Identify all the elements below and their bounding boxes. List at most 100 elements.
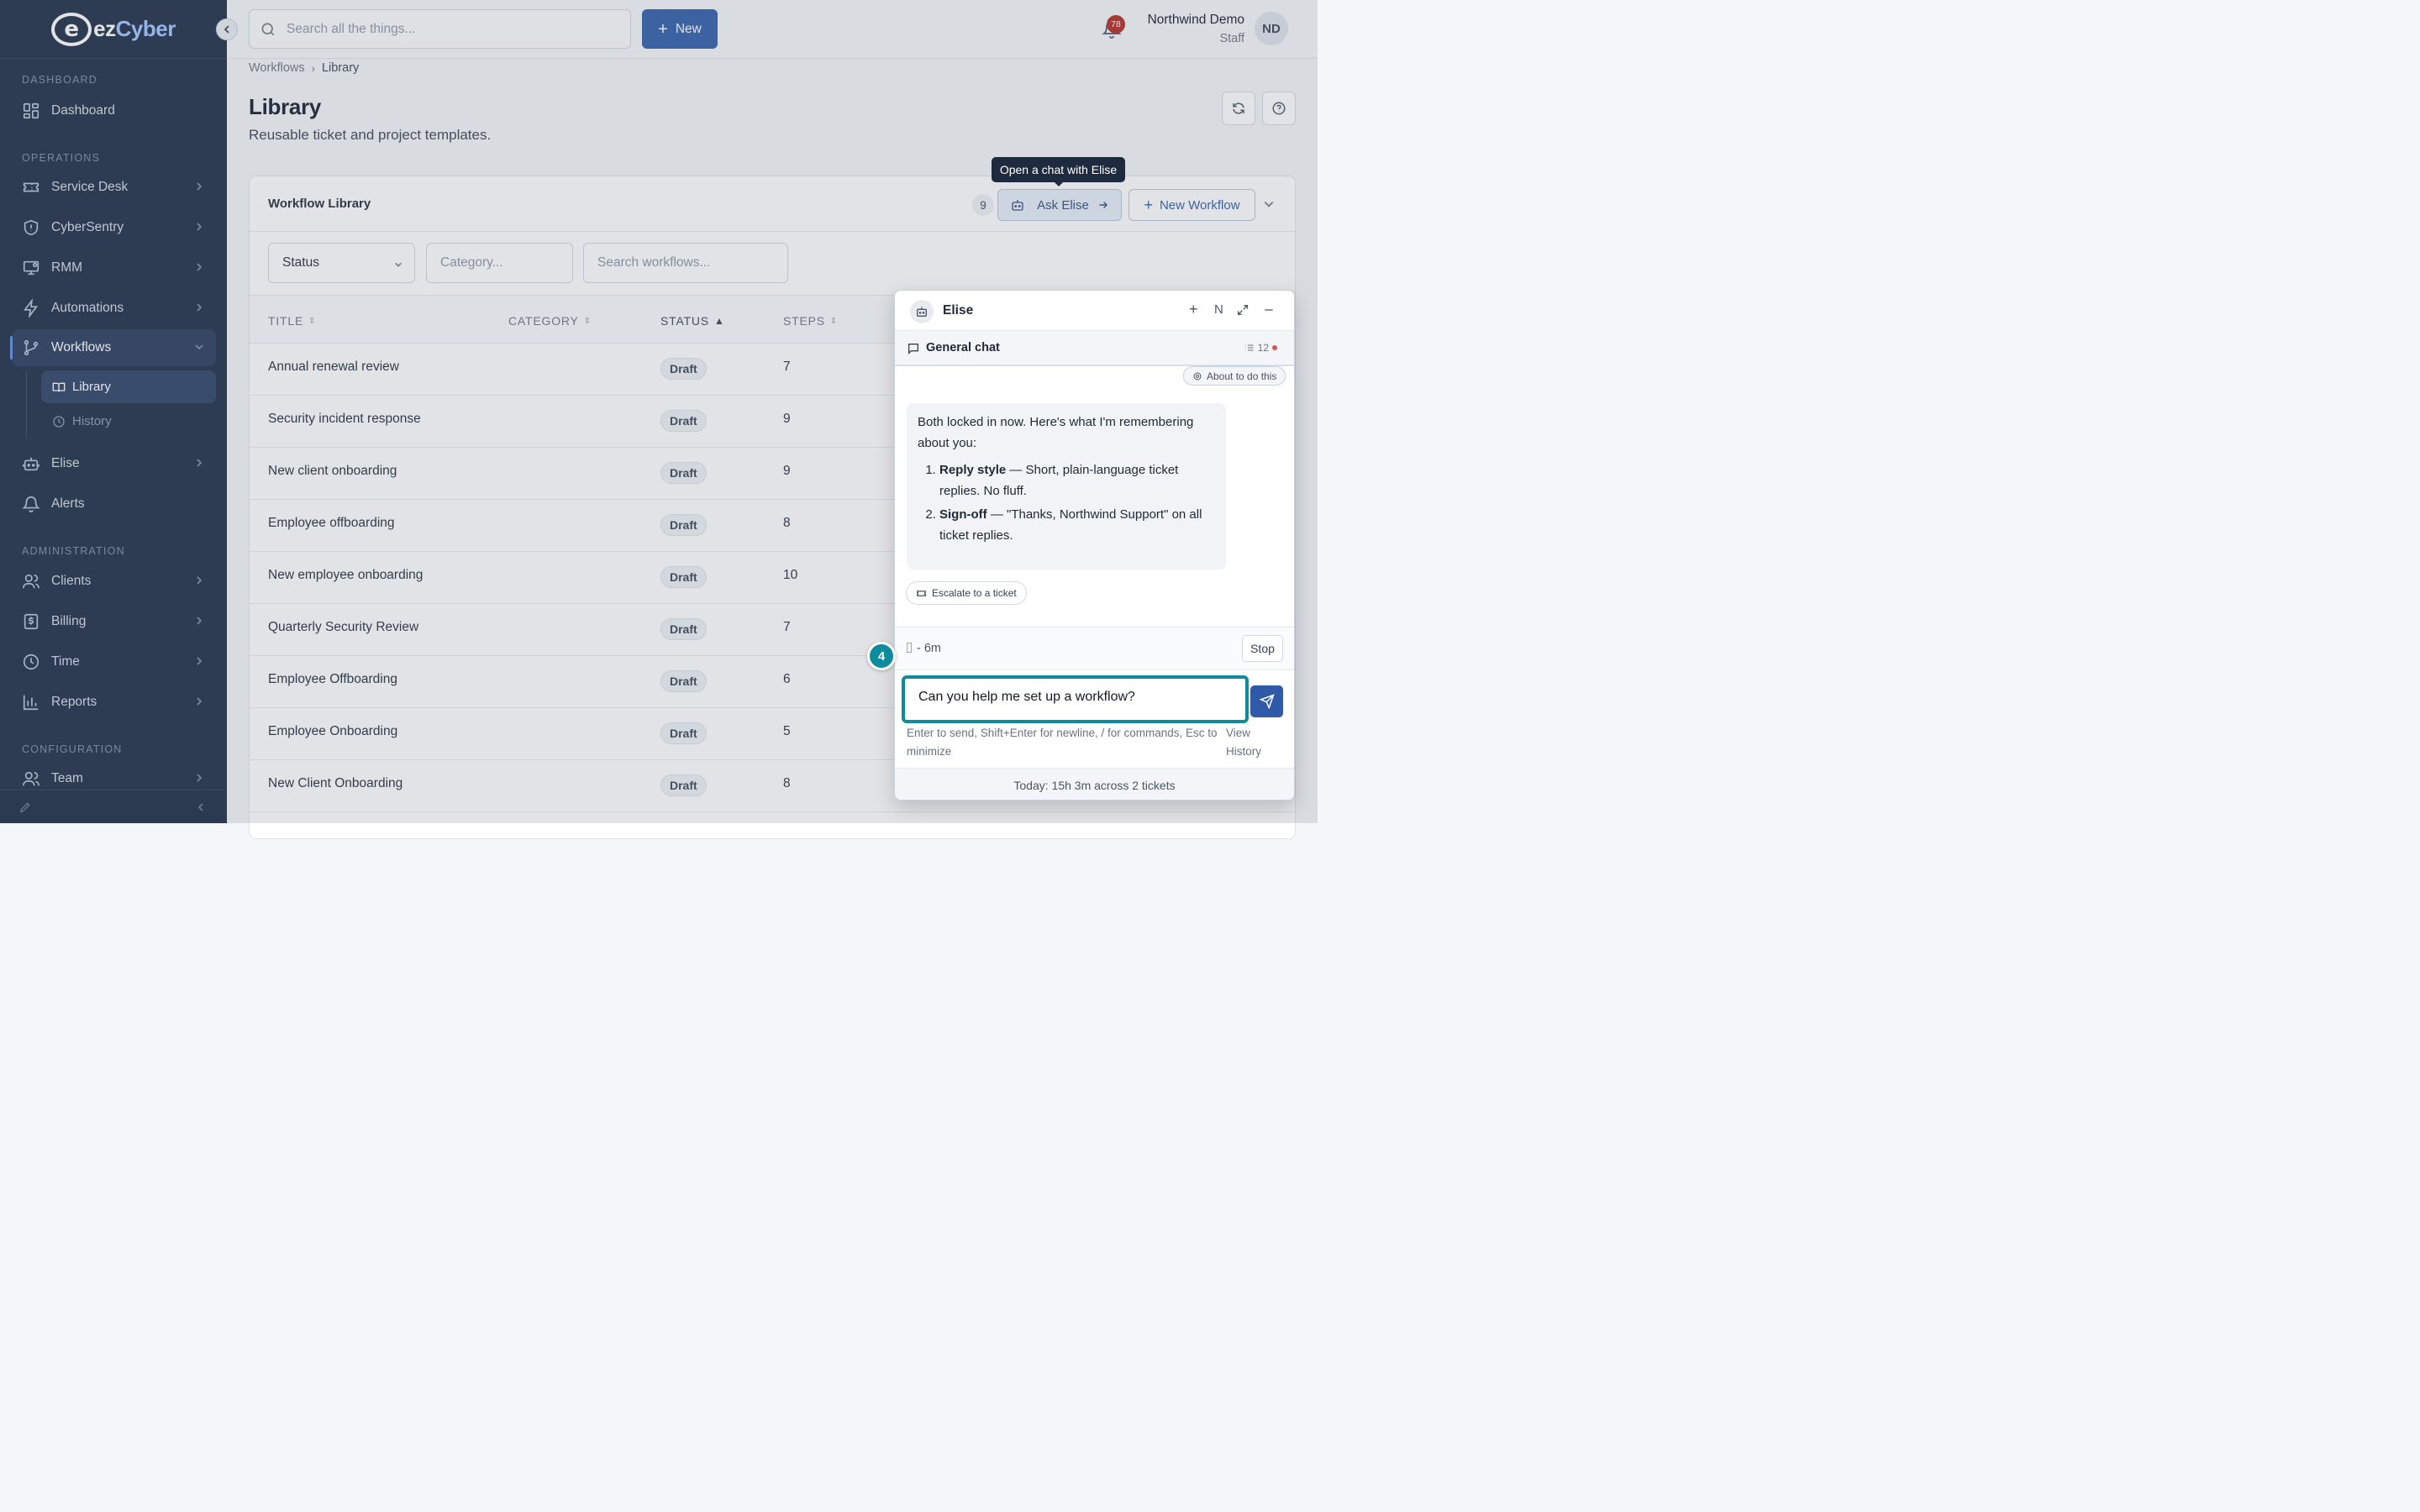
brand-logo[interactable]: e ezCyber	[0, 0, 227, 59]
send-button[interactable]	[1250, 685, 1283, 717]
sidebar-item-reports[interactable]: Reports	[12, 684, 216, 721]
sidebar-item-rmm[interactable]: RMM	[12, 249, 216, 286]
chevron-right-icon	[197, 697, 203, 706]
chevron-right-icon	[197, 263, 203, 271]
avatar[interactable]: ND	[1255, 12, 1288, 45]
sidebar-item-elise[interactable]: Elise	[12, 445, 216, 482]
clock-icon	[23, 654, 39, 670]
timer-icon	[907, 643, 912, 653]
sidebar-item-label: Reports	[51, 695, 97, 709]
sidebar-item-service-desk[interactable]: Service Desk	[12, 169, 216, 206]
column-header-status[interactable]: STATUS ▲	[660, 314, 725, 328]
list-icon	[1245, 344, 1254, 351]
chevron-down-icon[interactable]	[1263, 198, 1275, 210]
sidebar-item-label: Alerts	[51, 496, 85, 511]
send-icon	[1259, 694, 1275, 709]
expand-icon[interactable]	[1236, 303, 1249, 317]
column-header-steps[interactable]: STEPS ⇕	[783, 314, 838, 328]
message-square-icon	[908, 344, 918, 354]
logo-text-left: ez	[93, 16, 116, 41]
sort-ascending-icon: ▲	[713, 315, 725, 327]
sidebar-item-clients[interactable]: Clients	[12, 563, 216, 600]
chevron-right-icon	[197, 303, 203, 312]
about-to-do-chip[interactable]: About to do this	[1183, 366, 1286, 386]
sidebar-item-label: Dashboard	[51, 103, 115, 118]
search-workflows-placeholder: Search workflows...	[597, 255, 711, 270]
column-steps-label: STEPS	[783, 314, 825, 328]
category-filter-input[interactable]: Category...	[426, 243, 573, 283]
breadcrumb-workflows[interactable]: Workflows	[249, 61, 305, 75]
new-chat-button[interactable]: +	[1189, 301, 1198, 318]
sidebar-item-label: Clients	[51, 574, 92, 588]
collapse-sidebar-icon[interactable]	[196, 801, 206, 813]
stop-button[interactable]: Stop	[1242, 635, 1283, 662]
global-search-input[interactable]: Search all the things...	[249, 9, 631, 49]
sidebar-item-billing[interactable]: Billing	[12, 603, 216, 640]
search-workflows-input[interactable]: Search workflows...	[583, 243, 788, 283]
sidebar-item-library[interactable]: Library	[41, 370, 216, 403]
chat-n-button[interactable]: N	[1214, 302, 1223, 317]
breadcrumb-current: Library	[321, 61, 360, 75]
view-history-link[interactable]: View History	[1226, 724, 1271, 761]
sidebar-item-label: Team	[51, 771, 83, 785]
status-badge: Draft	[660, 566, 707, 588]
row-steps: 7	[783, 360, 791, 374]
ask-elise-button[interactable]: Ask Elise	[997, 189, 1122, 221]
sort-icon: ⇕	[829, 316, 839, 326]
sidebar-item-history[interactable]: History	[41, 405, 216, 438]
row-title: New employee onboarding	[268, 568, 424, 582]
sidebar-item-label: CyberSentry	[51, 220, 124, 234]
input-hint: Enter to send, Shift+Enter for newline, …	[907, 727, 1218, 758]
refresh-button[interactable]	[1222, 92, 1255, 125]
row-title: Annual renewal review	[268, 360, 399, 374]
timer-text: - 6m	[907, 642, 941, 655]
sidebar-item-label: History	[72, 414, 112, 428]
sidebar-item-label: Automations	[51, 301, 124, 315]
column-header-category[interactable]: CATEGORY ⇕	[508, 314, 592, 328]
chevron-right-icon	[197, 182, 203, 191]
help-button[interactable]	[1262, 92, 1296, 125]
chevron-right-icon	[197, 657, 203, 665]
sidebar-item-label: Billing	[51, 614, 87, 628]
book-open-icon	[52, 382, 66, 391]
sidebar-item-workflows[interactable]: Workflows	[10, 329, 216, 366]
status-badge: Draft	[660, 514, 707, 536]
row-steps: 5	[783, 724, 791, 738]
list-item: Sign-off — "Thanks, Northwind Support" o…	[939, 505, 1215, 546]
git-branch-icon	[24, 339, 39, 356]
sidebar-item-time[interactable]: Time	[12, 643, 216, 680]
chat-message-input[interactable]: Can you help me set up a workflow?	[902, 675, 1249, 723]
message-intro: Both locked in now. Here's what I'm reme…	[918, 415, 1194, 450]
sidebar-collapse-button[interactable]	[216, 18, 238, 40]
sidebar-item-alerts[interactable]: Alerts	[12, 486, 216, 522]
category-placeholder: Category...	[440, 255, 503, 270]
escalate-to-ticket-button[interactable]: Escalate to a ticket	[906, 581, 1027, 605]
new-button-label: New	[675, 21, 702, 36]
sidebar-item-dashboard[interactable]: Dashboard	[12, 92, 216, 129]
workflow-count-badge: 9	[972, 194, 994, 216]
page-title: Library	[249, 94, 322, 119]
assistant-message: Both locked in now. Here's what I'm reme…	[907, 403, 1226, 570]
column-header-title[interactable]: TITLE ⇕	[268, 314, 316, 328]
new-workflow-button[interactable]: + New Workflow	[1128, 189, 1255, 221]
row-steps: 9	[783, 412, 791, 426]
edit-icon[interactable]	[18, 801, 32, 814]
chat-thread-bar[interactable]: General chat 12	[895, 331, 1294, 366]
sidebar-item-cybersentry[interactable]: CyberSentry	[12, 209, 216, 246]
chevron-right-icon	[197, 576, 203, 585]
chevron-down-icon	[195, 344, 203, 350]
logo-text: ezCyber	[93, 16, 176, 42]
new-button[interactable]: + New	[642, 9, 718, 49]
thread-message-count[interactable]: 12	[1244, 342, 1277, 354]
sidebar-item-label: Elise	[51, 456, 80, 470]
gear-icon	[1193, 372, 1202, 380]
row-steps: 8	[783, 516, 791, 530]
row-title: Employee offboarding	[268, 516, 395, 530]
robot-icon	[23, 457, 39, 471]
ask-elise-tooltip: Open a chat with Elise	[992, 157, 1125, 186]
sidebar-item-automations[interactable]: Automations	[12, 290, 216, 327]
status-filter-select[interactable]: Status	[268, 243, 415, 283]
timer-value: - 6m	[917, 642, 941, 655]
minimize-icon[interactable]	[1262, 303, 1276, 317]
plus-icon: +	[1144, 196, 1153, 213]
